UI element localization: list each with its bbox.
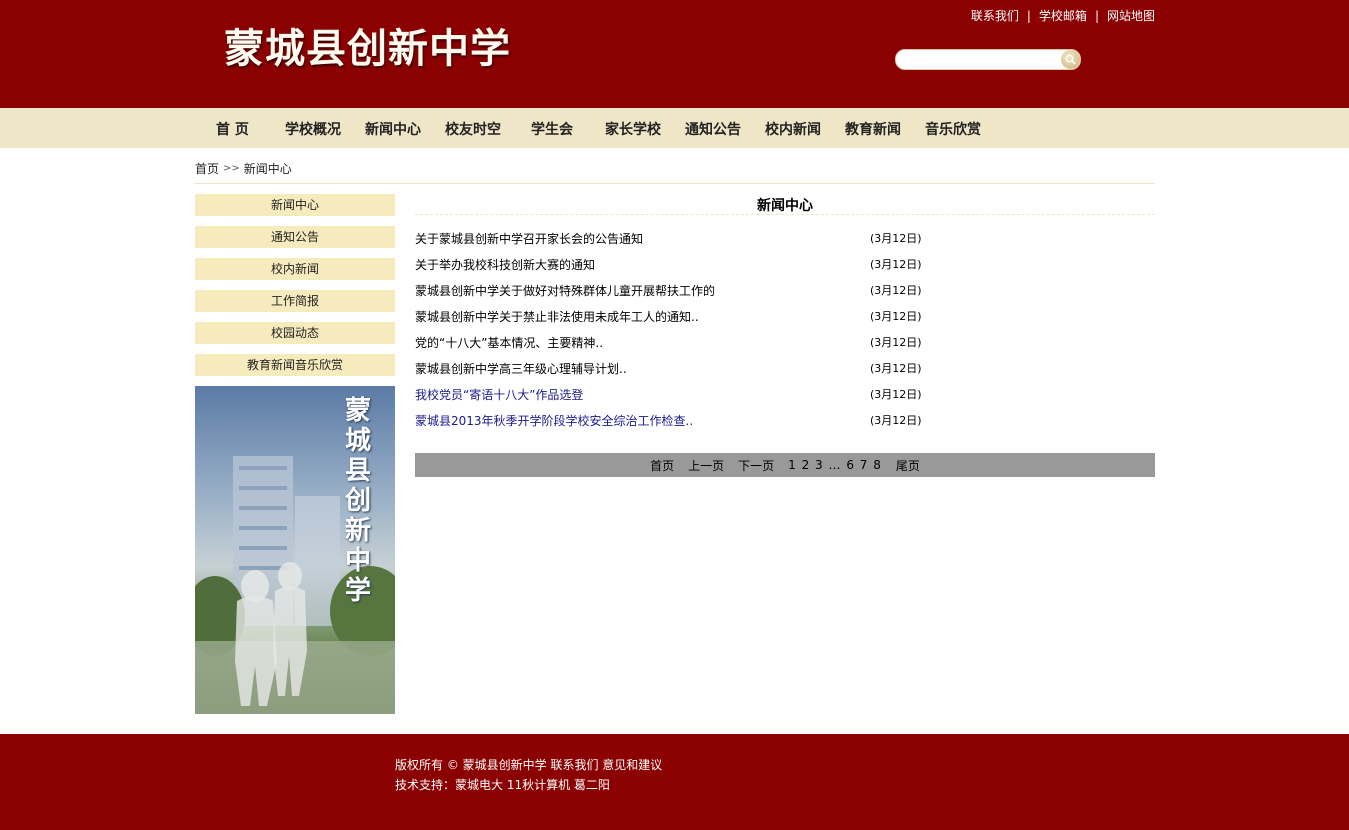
- search-button[interactable]: [1061, 50, 1080, 69]
- page-numbers[interactable]: 1 2 3 … 6 7 8: [788, 458, 882, 472]
- news-date: (3月12日): [870, 414, 922, 427]
- divider: [415, 214, 1155, 215]
- news-link[interactable]: 蒙城县创新中学关于禁止非法使用未成年工人的通知..: [415, 308, 699, 325]
- divider: [195, 183, 1155, 184]
- sidebar-item-notices[interactable]: 通知公告: [195, 226, 395, 248]
- top-links: 联系我们 | 学校邮箱 | 网站地图: [971, 7, 1155, 24]
- main-nav: 首 页 学校概况 新闻中心 校友时空 学生会 家长学校 通知公告 校内新闻 教育…: [0, 108, 1349, 148]
- news-row: 蒙城县创新中学关于禁止非法使用未成年工人的通知.. (3月12日): [415, 308, 1155, 328]
- banner-text: 蒙 城 县 创 新 中 学: [344, 396, 371, 606]
- news-row: 关于举办我校科技创新大赛的通知 (3月12日): [415, 256, 1155, 276]
- nav-student-union[interactable]: 学生会: [531, 119, 573, 139]
- news-date: (3月12日): [870, 284, 922, 297]
- school-banner-image: 蒙 城 县 创 新 中 学: [195, 386, 395, 714]
- school-mail-link[interactable]: 学校邮箱: [1039, 7, 1087, 24]
- separator: |: [1094, 8, 1099, 23]
- search-input[interactable]: [906, 52, 1056, 68]
- sidebar-item-campus-dynamics[interactable]: 校园动态: [195, 322, 395, 344]
- news-row: 蒙城县创新中学关于做好对特殊群体儿童开展帮扶工作的 (3月12日): [415, 282, 1155, 302]
- news-row: 蒙城县创新中学高三年级心理辅导计划.. (3月12日): [415, 360, 1155, 380]
- tech-support-text: 技术支持：蒙城电大 11秋计算机 葛二阳: [395, 778, 610, 792]
- news-link[interactable]: 蒙城县2013年秋季开学阶段学校安全综治工作检查..: [415, 412, 693, 429]
- news-date: (3月12日): [870, 232, 922, 245]
- header: 蒙城县创新中学 联系我们 | 学校邮箱 | 网站地图: [0, 0, 1349, 108]
- nav-parent-school[interactable]: 家长学校: [605, 119, 661, 139]
- contact-link[interactable]: 联系我们: [971, 7, 1019, 24]
- nav-education-news[interactable]: 教育新闻: [845, 119, 901, 139]
- nav-music[interactable]: 音乐欣赏: [925, 119, 981, 139]
- nav-home[interactable]: 首 页: [216, 119, 249, 139]
- news-row: 党的“十八大”基本情况、主要精神.. (3月12日): [415, 334, 1155, 354]
- search-box: [895, 49, 1081, 70]
- news-link[interactable]: 关于举办我校科技创新大赛的通知: [415, 256, 595, 273]
- sidebar-item-campus-news[interactable]: 校内新闻: [195, 258, 395, 280]
- footer: 版权所有 © 蒙城县创新中学 联系我们 意见和建议 技术支持：蒙城电大 11秋计…: [0, 734, 1349, 830]
- news-date: (3月12日): [870, 258, 922, 271]
- prev-page-link[interactable]: 上一页: [688, 457, 724, 474]
- news-date: (3月12日): [870, 310, 922, 323]
- nav-notices[interactable]: 通知公告: [685, 119, 741, 139]
- school-logo[interactable]: 蒙城县创新中学: [224, 16, 511, 74]
- news-link[interactable]: 关于蒙城县创新中学召开家长会的公告通知: [415, 230, 643, 247]
- breadcrumb-separator: >>: [223, 163, 240, 174]
- nav-alumni[interactable]: 校友时空: [445, 119, 501, 139]
- sitemap-link[interactable]: 网站地图: [1107, 7, 1155, 24]
- nav-news-center[interactable]: 新闻中心: [365, 119, 421, 139]
- nav-school-overview[interactable]: 学校概况: [285, 119, 341, 139]
- news-link[interactable]: 我校党员“寄语十八大”作品选登: [415, 386, 583, 403]
- search-icon: [1065, 54, 1076, 65]
- breadcrumb-current: 新闻中心: [243, 162, 292, 176]
- separator: |: [1026, 8, 1031, 23]
- news-link[interactable]: 蒙城县创新中学关于做好对特殊群体儿童开展帮扶工作的: [415, 282, 715, 299]
- first-page-link[interactable]: 首页: [650, 457, 674, 474]
- sidebar-item-work-brief[interactable]: 工作简报: [195, 290, 395, 312]
- sidebar-item-news-center[interactable]: 新闻中心: [195, 194, 395, 216]
- news-date: (3月12日): [870, 336, 922, 349]
- news-row: 关于蒙城县创新中学召开家长会的公告通知 (3月12日): [415, 230, 1155, 250]
- breadcrumb-home[interactable]: 首页: [195, 160, 219, 177]
- news-link[interactable]: 党的“十八大”基本情况、主要精神..: [415, 334, 603, 351]
- copyright-text: 版权所有 © 蒙城县创新中学 联系我们 意见和建议: [395, 758, 663, 772]
- breadcrumb: 首页 >> 新闻中心: [195, 160, 292, 177]
- news-link[interactable]: 蒙城县创新中学高三年级心理辅导计划..: [415, 360, 627, 377]
- news-row: 我校党员“寄语十八大”作品选登 (3月12日): [415, 386, 1155, 406]
- pagination: 首页 上一页 下一页 1 2 3 … 6 7 8 尾页: [415, 453, 1155, 477]
- next-page-link[interactable]: 下一页: [738, 457, 774, 474]
- sidebar-item-education-music[interactable]: 教育新闻音乐欣赏: [195, 354, 395, 376]
- news-row: 蒙城县2013年秋季开学阶段学校安全综治工作检查.. (3月12日): [415, 412, 1155, 432]
- news-date: (3月12日): [870, 362, 922, 375]
- last-page-link[interactable]: 尾页: [896, 457, 920, 474]
- news-date: (3月12日): [870, 388, 922, 401]
- nav-campus-news[interactable]: 校内新闻: [765, 119, 821, 139]
- section-title: 新闻中心: [757, 198, 813, 214]
